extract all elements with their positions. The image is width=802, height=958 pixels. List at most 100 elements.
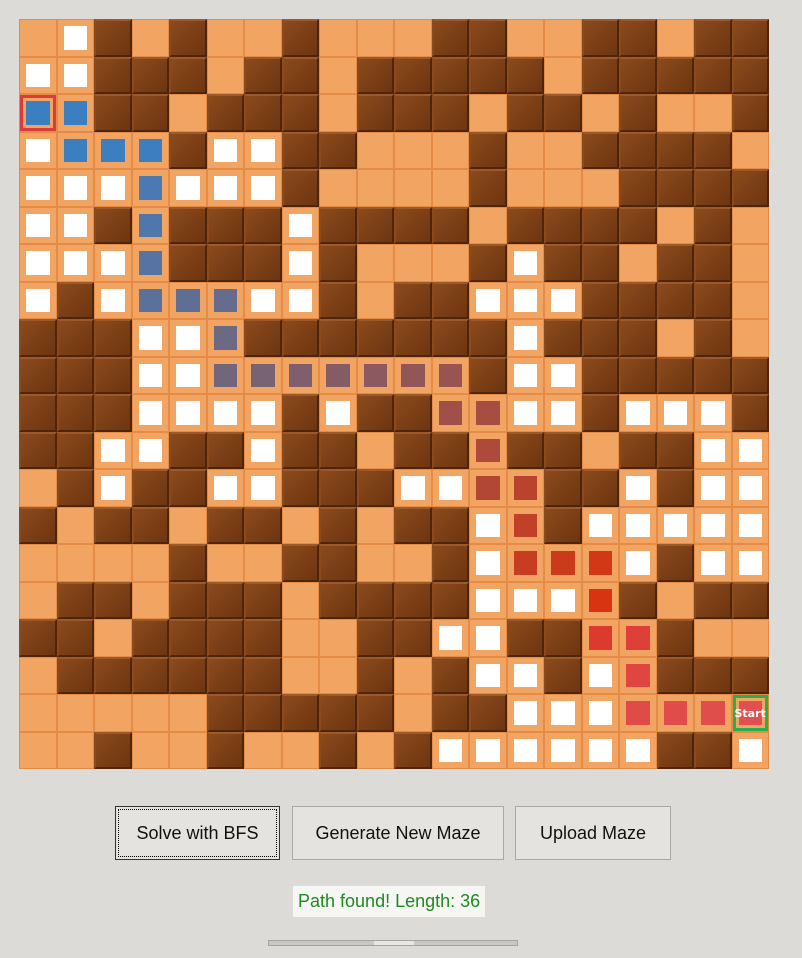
maze-open-cell xyxy=(394,19,432,57)
maze-open-cell xyxy=(281,619,319,657)
maze-wall-cell xyxy=(169,19,207,57)
maze-wall-cell xyxy=(281,694,319,732)
maze-wall-cell xyxy=(394,394,432,432)
maze-wall-cell xyxy=(544,506,582,544)
maze-wall-cell xyxy=(94,319,132,357)
maze-visited-cell xyxy=(56,56,94,94)
maze-wall-cell xyxy=(244,94,282,132)
maze-wall-cell xyxy=(431,506,469,544)
maze-visited-cell xyxy=(506,356,544,394)
maze-visited-cell xyxy=(244,469,282,507)
maze-wall-cell xyxy=(656,656,694,694)
maze-wall-cell xyxy=(394,731,432,769)
maze-wall-cell xyxy=(169,581,207,619)
maze-open-cell xyxy=(131,544,169,582)
maze-open-cell xyxy=(506,169,544,207)
maze-wall-cell xyxy=(544,469,582,507)
scrollbar-thumb[interactable] xyxy=(374,941,414,945)
maze-wall-cell xyxy=(131,506,169,544)
upload-maze-button[interactable]: Upload Maze xyxy=(515,806,671,860)
maze-wall-cell xyxy=(469,694,507,732)
maze-open-cell xyxy=(281,656,319,694)
maze-wall-cell xyxy=(694,731,732,769)
maze-wall-cell xyxy=(281,469,319,507)
maze-wall-cell xyxy=(619,56,657,94)
maze-open-cell xyxy=(281,506,319,544)
maze-visited-cell xyxy=(19,131,57,169)
maze-wall-cell xyxy=(319,506,357,544)
solve-bfs-button[interactable]: Solve with BFS xyxy=(115,806,280,860)
maze-wall-cell xyxy=(544,206,582,244)
maze-wall-cell xyxy=(394,619,432,657)
maze-open-cell xyxy=(281,731,319,769)
maze-visited-cell xyxy=(206,394,244,432)
maze-path-cell xyxy=(131,131,169,169)
maze-wall-cell xyxy=(431,206,469,244)
maze-open-cell xyxy=(356,431,394,469)
maze-visited-cell xyxy=(469,619,507,657)
maze-wall-cell xyxy=(56,281,94,319)
maze-visited-cell xyxy=(581,656,619,694)
maze-wall-cell xyxy=(694,206,732,244)
maze-visited-cell xyxy=(94,281,132,319)
maze-visited-cell xyxy=(56,206,94,244)
maze-open-cell xyxy=(731,244,769,282)
maze-visited-cell xyxy=(544,731,582,769)
maze-open-cell xyxy=(731,319,769,357)
maze-wall-cell xyxy=(94,581,132,619)
maze-wall-cell xyxy=(169,544,207,582)
maze-visited-cell xyxy=(281,244,319,282)
maze-wall-cell xyxy=(656,56,694,94)
maze-open-cell xyxy=(394,656,432,694)
maze-wall-cell xyxy=(469,319,507,357)
maze-wall-cell xyxy=(356,394,394,432)
maze-open-cell xyxy=(544,56,582,94)
maze-wall-cell xyxy=(469,56,507,94)
maze-open-cell xyxy=(394,694,432,732)
maze-wall-cell xyxy=(731,394,769,432)
maze-wall-cell xyxy=(94,506,132,544)
maze-wall-cell xyxy=(19,394,57,432)
maze-open-cell xyxy=(19,19,57,57)
maze-wall-cell xyxy=(131,619,169,657)
maze-wall-cell xyxy=(544,619,582,657)
maze-open-cell xyxy=(656,19,694,57)
maze-wall-cell xyxy=(206,581,244,619)
maze-wall-cell xyxy=(319,319,357,357)
maze-wall-cell xyxy=(131,94,169,132)
maze-wall-cell xyxy=(431,544,469,582)
maze-wall-cell xyxy=(56,656,94,694)
maze-wall-cell xyxy=(56,356,94,394)
maze-visited-cell xyxy=(694,394,732,432)
maze-path-cell xyxy=(244,356,282,394)
maze-wall-cell xyxy=(356,319,394,357)
maze-wall-cell xyxy=(281,131,319,169)
maze-wall-cell xyxy=(56,319,94,357)
maze-wall-cell xyxy=(206,506,244,544)
maze-wall-cell xyxy=(206,694,244,732)
maze-visited-cell xyxy=(431,619,469,657)
generate-maze-button[interactable]: Generate New Maze xyxy=(292,806,504,860)
maze-open-cell xyxy=(319,619,357,657)
maze-visited-cell xyxy=(19,56,57,94)
maze-visited-cell xyxy=(169,394,207,432)
maze-wall-cell xyxy=(56,619,94,657)
maze-open-cell xyxy=(319,56,357,94)
maze-wall-cell xyxy=(319,131,357,169)
maze-open-cell xyxy=(319,19,357,57)
maze-visited-cell xyxy=(19,169,57,207)
maze-wall-cell xyxy=(431,56,469,94)
maze-open-cell xyxy=(581,94,619,132)
maze-wall-cell xyxy=(469,244,507,282)
maze-wall-cell xyxy=(619,94,657,132)
maze-wall-cell xyxy=(206,619,244,657)
maze-path-cell xyxy=(206,356,244,394)
maze-wall-cell xyxy=(656,619,694,657)
maze-wall-cell xyxy=(731,169,769,207)
maze-path-cell xyxy=(469,469,507,507)
maze-wall-cell xyxy=(281,19,319,57)
maze-visited-cell xyxy=(94,169,132,207)
maze-wall-cell xyxy=(431,694,469,732)
horizontal-scrollbar[interactable] xyxy=(268,940,518,946)
maze-open-cell xyxy=(356,544,394,582)
